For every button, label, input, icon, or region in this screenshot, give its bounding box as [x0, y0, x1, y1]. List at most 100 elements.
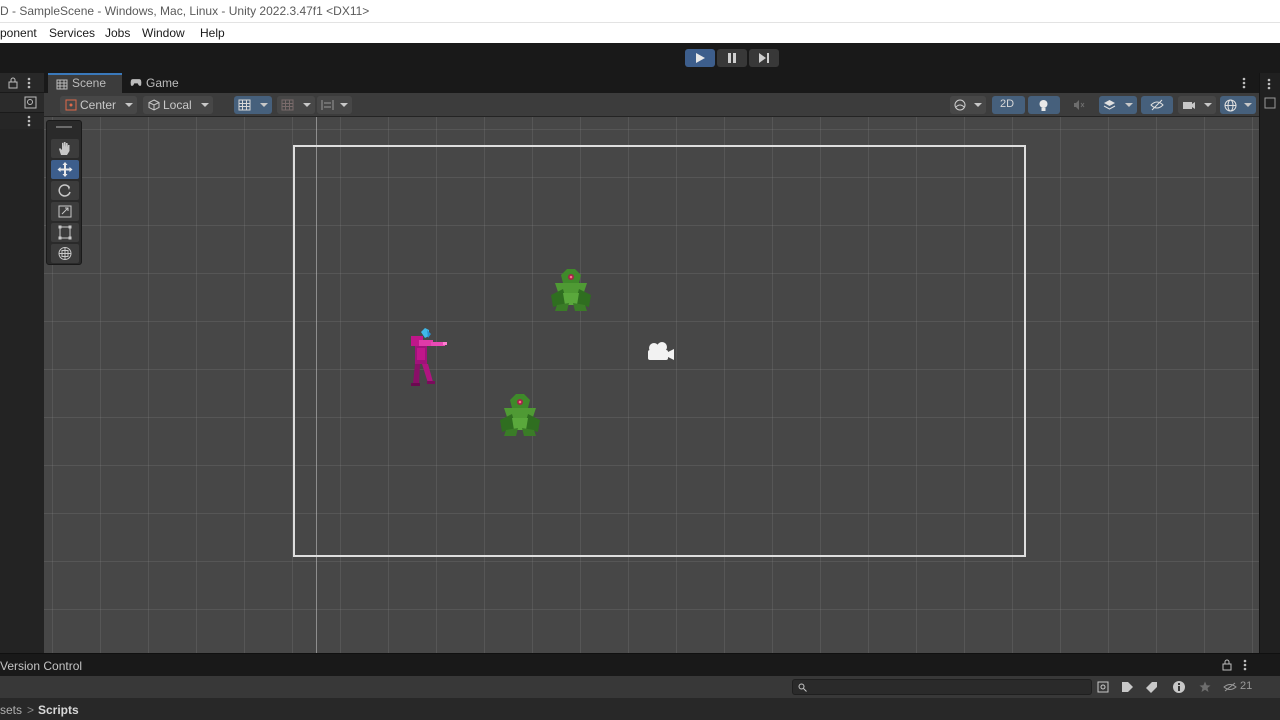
more-options-icon[interactable] [27, 77, 31, 89]
move-tool-button[interactable] [51, 160, 79, 179]
more-options-icon[interactable] [27, 115, 31, 127]
tag-icon[interactable] [1146, 681, 1158, 693]
pause-button[interactable] [717, 49, 747, 67]
menu-item-help[interactable]: Help [200, 26, 225, 40]
eye-hidden-icon [1150, 99, 1164, 111]
more-options-icon[interactable] [1267, 78, 1271, 90]
video-camera-icon [1183, 102, 1195, 109]
scene-viewport[interactable] [44, 117, 1259, 653]
hidden-packages-count: 21 [1240, 680, 1253, 692]
lock-icon[interactable] [1222, 659, 1232, 671]
window-title: D - SampleScene - Windows, Mac, Linux - … [0, 4, 370, 18]
shading-sphere-icon [954, 99, 966, 111]
breadcrumb-separator: > [27, 703, 35, 717]
inspector-icon[interactable] [1264, 97, 1276, 109]
chevron-down-icon [201, 103, 209, 107]
tool-palette [46, 120, 82, 265]
eye-hidden-icon[interactable] [1223, 682, 1237, 692]
chevron-down-icon [260, 103, 268, 107]
menu-item-jobs[interactable]: Jobs [105, 26, 130, 40]
search-icon [798, 683, 807, 692]
move-arrows-icon [57, 162, 73, 177]
scale-icon [58, 205, 72, 218]
favorite-star-icon[interactable] [1199, 681, 1211, 693]
search-by-type-icon[interactable] [1097, 681, 1109, 693]
align-icon [321, 100, 334, 110]
tab-game[interactable]: Game [122, 73, 192, 93]
snap-grid-icon [281, 99, 294, 111]
step-button[interactable] [749, 49, 779, 67]
enemy-sprite[interactable] [498, 392, 542, 438]
rotate-icon [58, 184, 71, 197]
palette-grip[interactable] [56, 126, 72, 128]
more-options-icon[interactable] [1243, 659, 1247, 671]
shading-mode-dropdown[interactable] [950, 96, 986, 114]
rect-tool-button[interactable] [51, 223, 79, 242]
chevron-down-icon [340, 103, 348, 107]
breadcrumb-assets[interactable]: sets [0, 703, 22, 717]
info-icon[interactable] [1172, 680, 1186, 694]
rotation-label: Local [163, 98, 192, 112]
window-titlebar: D - SampleScene - Windows, Mac, Linux - … [0, 0, 1280, 23]
chevron-down-icon [303, 103, 311, 107]
tab-scene-label: Scene [72, 76, 107, 90]
hierarchy-search-row [0, 93, 44, 113]
camera-gizmo-icon[interactable] [645, 341, 675, 363]
breadcrumb-scripts[interactable]: Scripts [38, 703, 79, 717]
bottom-tabs: Version Control [0, 654, 1280, 676]
toggle-2d-label: 2D [1000, 98, 1015, 110]
tab-scene[interactable]: Scene [48, 73, 122, 93]
layers-icon [1103, 100, 1116, 110]
scene-grid-icon [56, 79, 68, 90]
pause-icon [728, 53, 736, 63]
menu-item-window[interactable]: Window [142, 26, 185, 40]
menu-bar: ponent Services Jobs Window Help [0, 23, 1280, 43]
gizmos-dropdown[interactable] [1220, 96, 1256, 114]
menu-item-component[interactable]: ponent [0, 26, 37, 40]
more-options-icon[interactable] [1242, 77, 1246, 89]
play-icon [696, 53, 705, 63]
scene-visibility-button[interactable] [1141, 96, 1173, 114]
scale-tool-button[interactable] [51, 202, 79, 221]
camera-settings-dropdown[interactable] [1178, 96, 1216, 114]
view-tabs: Scene Game [44, 73, 1259, 93]
hierarchy-panel-edge [0, 73, 44, 653]
gizmo-globe-icon [1224, 99, 1237, 112]
toggle-2d-button[interactable]: 2D [992, 96, 1025, 114]
rotate-tool-button[interactable] [51, 181, 79, 200]
play-button[interactable] [685, 49, 715, 67]
enemy-sprite[interactable] [549, 267, 593, 313]
speaker-muted-icon [1074, 100, 1085, 110]
project-search-input[interactable] [792, 679, 1092, 695]
tab-version-control[interactable]: Version Control [0, 659, 82, 673]
pivot-dropdown[interactable]: Center [60, 96, 137, 114]
hierarchy-row [0, 113, 44, 129]
scene-view-toolbar: Center Local 2D [44, 93, 1259, 117]
transform-gizmo-icon [58, 247, 72, 260]
chevron-down-icon [974, 103, 982, 107]
project-panel: Version Control 21 sets > Scripts [0, 653, 1280, 720]
search-by-label-icon[interactable] [1121, 681, 1134, 693]
pivot-center-icon [65, 99, 77, 111]
lock-icon[interactable] [8, 77, 18, 89]
gamepad-icon [130, 79, 142, 86]
rect-transform-icon [58, 225, 72, 240]
search-scene-icon[interactable] [24, 96, 37, 109]
project-toolbar: 21 [0, 676, 1280, 698]
hierarchy-header [0, 73, 44, 93]
menu-item-services[interactable]: Services [49, 26, 95, 40]
grid-snap-dropdown[interactable] [234, 96, 272, 114]
transform-tool-button[interactable] [51, 244, 79, 263]
player-sprite[interactable] [407, 326, 449, 394]
breadcrumb: sets > Scripts [0, 698, 1280, 720]
align-dropdown[interactable] [317, 96, 352, 114]
rotation-dropdown[interactable]: Local [143, 96, 213, 114]
increment-snap-dropdown[interactable] [277, 96, 315, 114]
chevron-down-icon [125, 103, 133, 107]
effects-dropdown[interactable] [1099, 96, 1137, 114]
toggle-audio-button[interactable] [1064, 96, 1094, 114]
toggle-lighting-button[interactable] [1028, 96, 1060, 114]
inspector-panel-edge [1259, 73, 1280, 653]
local-cube-icon [148, 99, 160, 111]
hand-tool-button[interactable] [51, 139, 79, 158]
